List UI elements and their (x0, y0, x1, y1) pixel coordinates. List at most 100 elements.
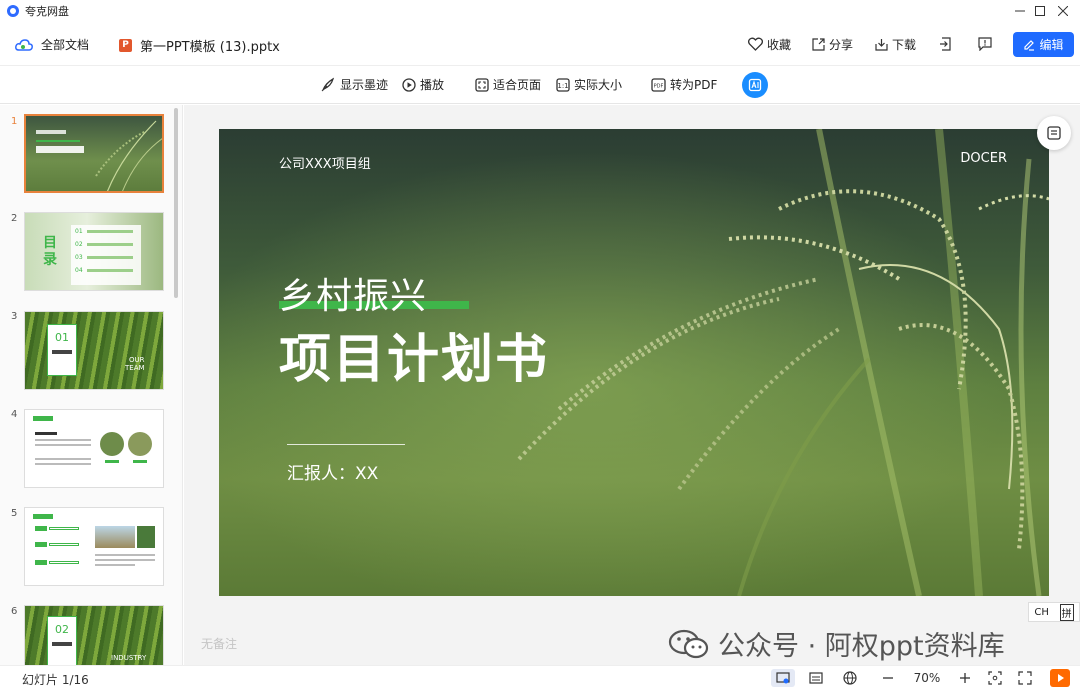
ime-indicator[interactable]: CH 拼 (1028, 602, 1080, 622)
share-label: 分享 (829, 37, 854, 52)
file-title: P 第一PPT模板 (13).pptx (119, 36, 280, 55)
export-icon (940, 37, 951, 51)
thumb-slide-3[interactable]: 01 OUR TEAM (24, 311, 164, 390)
expand-icon (1018, 671, 1032, 685)
thumb-text-line (35, 439, 91, 441)
download-icon (875, 38, 888, 51)
notes-panel-icon (1047, 126, 1061, 140)
zoom-level[interactable]: 70% (908, 669, 946, 687)
thumb-photo (95, 526, 135, 548)
thumb-slide-6[interactable]: 02 INDUSTRY (24, 605, 164, 665)
fit-window-icon (988, 671, 1002, 685)
thumb-text-line (49, 561, 79, 564)
minus-icon (883, 677, 893, 679)
slideshow-button[interactable] (1050, 669, 1070, 687)
zoom-out-button[interactable] (879, 669, 897, 687)
web-view-button[interactable] (840, 669, 860, 687)
thumb-toc-item: 04 (75, 267, 83, 274)
thumb-slide-4[interactable] (24, 409, 164, 488)
feedback-button[interactable] (978, 22, 996, 66)
globe-icon (843, 671, 857, 685)
thumb-tag (35, 542, 47, 547)
edit-button[interactable]: 编辑 (1013, 32, 1074, 57)
thumb-photo (137, 526, 155, 548)
notes-view-button[interactable] (806, 669, 826, 687)
cloud-drive-icon (15, 38, 33, 51)
thumb-text-line (52, 350, 72, 354)
svg-text:PDF: PDF (654, 83, 664, 89)
notes-placeholder[interactable]: 无备注 (201, 635, 237, 652)
thumb-slide-1[interactable] (24, 114, 164, 193)
thumb-section-number: 02 (55, 623, 69, 636)
fit-window-button[interactable] (985, 669, 1005, 687)
ppt-file-icon: P (119, 39, 132, 52)
title-bar: 夸克网盘 (0, 0, 1080, 22)
thumb-photo-circle (128, 432, 152, 456)
favorite-button[interactable]: 收藏 (748, 22, 791, 66)
normal-view-icon (776, 672, 790, 684)
close-icon (1058, 6, 1068, 16)
status-bar: 幻灯片 1/16 70% (0, 665, 1080, 689)
ink-pen-icon (321, 77, 335, 92)
slide-title-line1: 乡村振兴 (279, 276, 428, 317)
export-button[interactable] (939, 22, 956, 66)
thumb-heading-tag (33, 416, 53, 421)
thumb-toc-item: 03 (75, 254, 83, 261)
normal-view-button[interactable] (771, 669, 795, 687)
ai-assistant-button[interactable] (742, 72, 768, 98)
play-icon (402, 77, 416, 92)
wechat-icon (668, 629, 709, 658)
pencil-icon (1024, 39, 1035, 51)
show-ink-label: 显示墨迹 (340, 78, 389, 92)
thumb-text-line (52, 642, 72, 646)
download-button[interactable]: 下载 (875, 22, 916, 66)
play-icon (1058, 674, 1064, 682)
thumb-text-line (87, 243, 133, 246)
watermark-text: 公众号 · 阿权ppt资料库 (718, 631, 1005, 662)
actual-size-label: 实际大小 (574, 78, 623, 92)
slide-thumbnail-panel: 1 2 目 录 01 02 03 04 3 01 OUR TEAM 4 5 6 … (0, 105, 183, 665)
thumb-tag (35, 560, 47, 565)
thumb-number: 2 (11, 213, 18, 224)
actual-size-button[interactable]: 1:1 实际大小 (556, 76, 622, 93)
thumb-side-text: INDUSTRY (111, 654, 147, 662)
heart-icon (748, 37, 763, 51)
share-button[interactable]: 分享 (812, 22, 853, 66)
pdf-icon: PDF (651, 77, 666, 92)
thumb-slide-2[interactable]: 目 录 01 02 03 04 (24, 212, 164, 291)
file-name: 第一PPT模板 (13).pptx (140, 40, 280, 55)
slide-company: 公司XXX项目组 (279, 157, 371, 172)
current-slide: 公司XXX项目组 DOCER 乡村振兴 项目计划书 汇报人：XX (219, 129, 1049, 596)
plus-icon (960, 673, 970, 683)
show-ink-button[interactable]: 显示墨迹 (321, 76, 388, 93)
viewer-toolbar: 显示墨迹 播放 适合页面 1:1 实际大小 PDF 转为PDF (0, 66, 1080, 104)
thumb-toc-item: 01 (75, 228, 83, 235)
breadcrumb-root[interactable]: 全部文档 (15, 36, 89, 53)
thumb-text-line (87, 269, 133, 272)
close-button[interactable] (1043, 0, 1080, 22)
share-icon (812, 37, 825, 51)
slide-count: 幻灯片 1/16 (22, 673, 89, 687)
svg-text:1:1: 1:1 (557, 82, 568, 90)
slide-title-line2: 项目计划书 (279, 330, 550, 390)
thumbnail-scrollbar[interactable] (174, 108, 178, 298)
play-button[interactable]: 播放 (402, 76, 444, 93)
thumb-section-box: 02 (47, 616, 77, 665)
thumb-section-number: 01 (55, 331, 69, 344)
quark-logo-icon (7, 5, 19, 17)
zoom-in-button[interactable] (956, 669, 974, 687)
thumb-text-line (87, 256, 133, 259)
document-header: 全部文档 P 第一PPT模板 (13).pptx 收藏 分享 下载 编辑 (0, 22, 1080, 66)
thumb-number: 6 (11, 606, 18, 617)
fit-page-label: 适合页面 (493, 78, 542, 92)
ime-mode: 拼 (1059, 603, 1074, 621)
side-panel-toggle-button[interactable] (1037, 116, 1071, 150)
to-pdf-button[interactable]: PDF 转为PDF (651, 76, 717, 93)
fullscreen-button[interactable] (1015, 669, 1035, 687)
fit-page-button[interactable]: 适合页面 (475, 76, 541, 93)
ai-sparkle-icon (748, 78, 762, 92)
slide-reporter: 汇报人：XX (287, 464, 379, 484)
app-title: 夸克网盘 (25, 5, 69, 18)
thumb-text-line (35, 444, 91, 446)
thumb-slide-5[interactable] (24, 507, 164, 586)
